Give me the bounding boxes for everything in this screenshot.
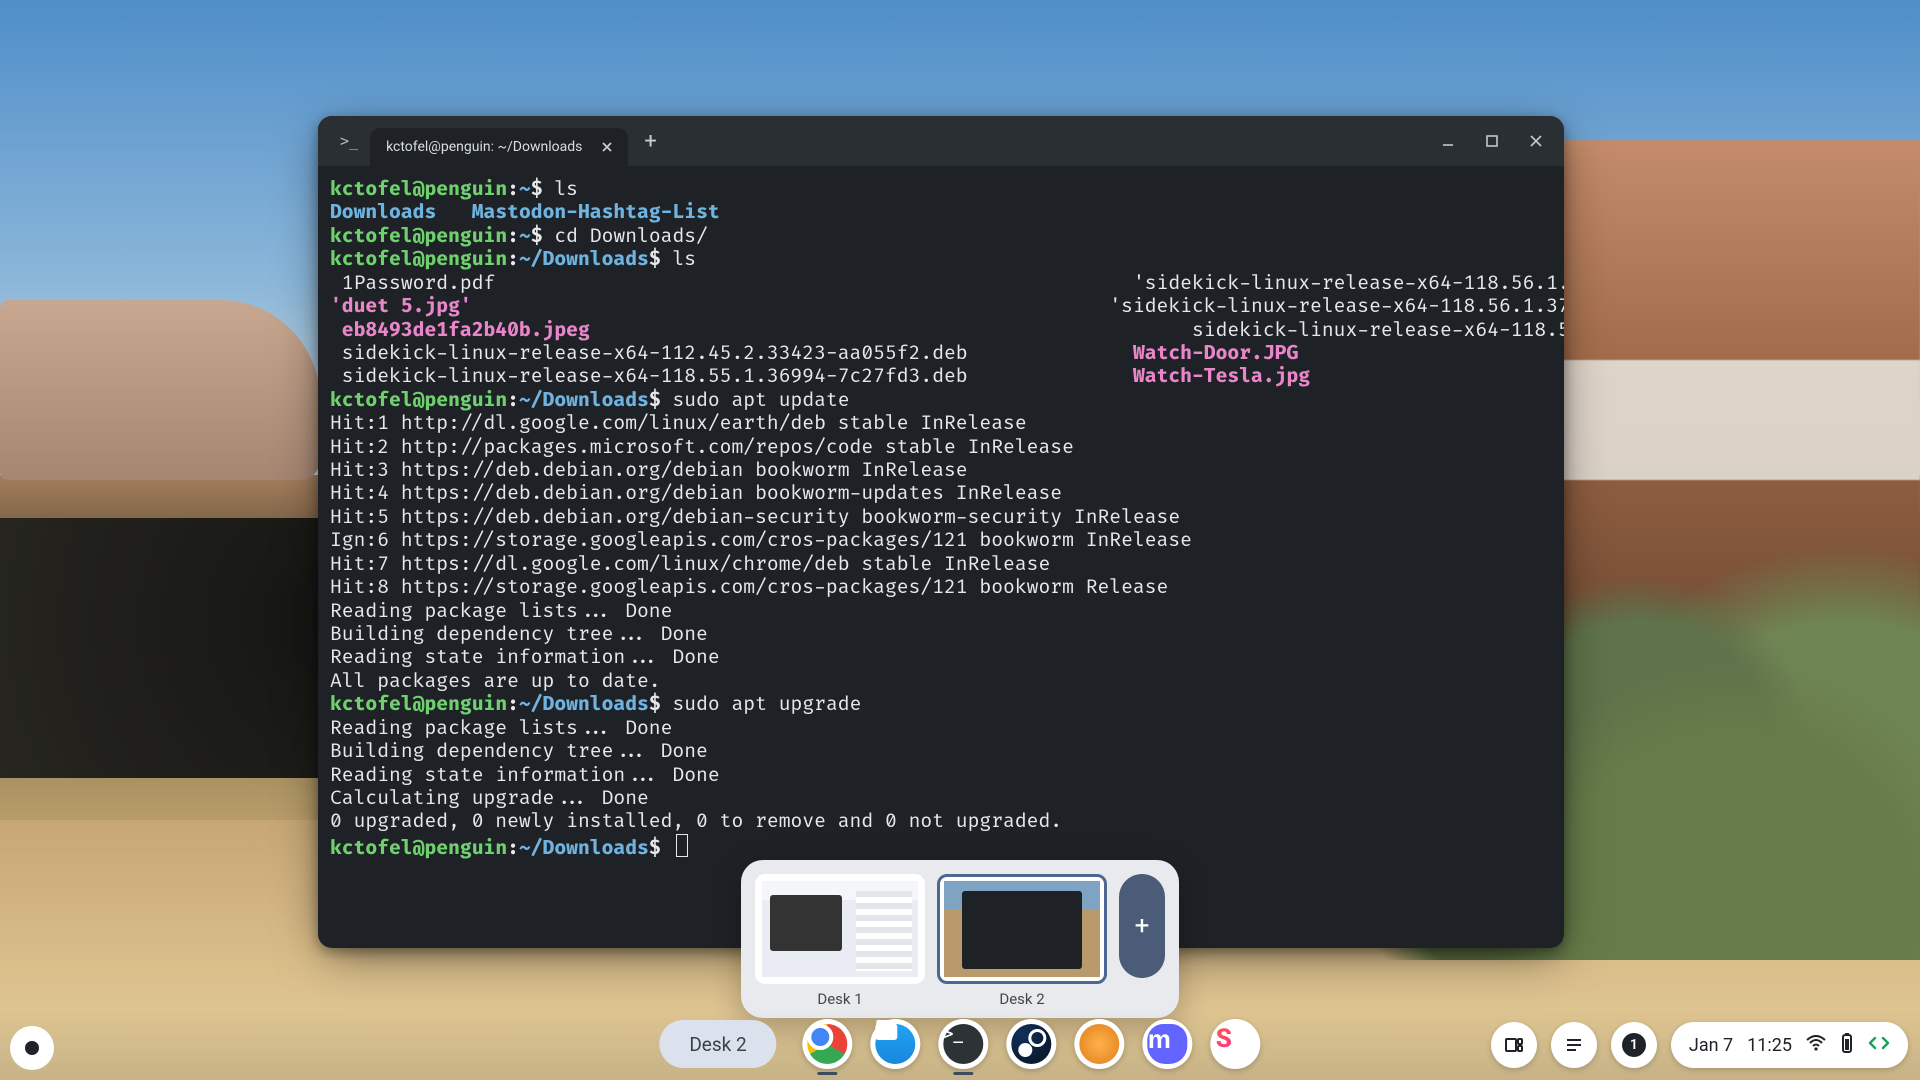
desk-2[interactable]: Desk 2 [937,874,1107,1008]
new-tab-button[interactable]: + [628,129,672,154]
desk-switcher[interactable]: Desk 1 Desk 2 + [741,860,1179,1018]
files-icon[interactable] [871,1019,921,1069]
mastodon-icon[interactable] [1143,1019,1193,1069]
lutris-icon[interactable] [1075,1019,1125,1069]
notification-badge[interactable]: 1 [1611,1022,1657,1068]
superhuman-icon[interactable] [1211,1019,1261,1069]
tab-close-button[interactable] [596,136,618,158]
desk-2-thumbnail[interactable] [937,874,1107,984]
terminal-output[interactable]: kctofel@penguin:~$ ls Downloads Mastodon… [318,166,1564,872]
titlebar[interactable]: >_ kctofel@penguin: ~/Downloads + [318,116,1564,166]
windows-overview-icon[interactable] [1491,1022,1537,1068]
status-date: Jan 7 [1689,1035,1733,1056]
steam-icon[interactable] [1007,1019,1057,1069]
terminal-tab[interactable]: kctofel@penguin: ~/Downloads [370,128,628,166]
desk-1-label: Desk 1 [817,990,862,1008]
maximize-button[interactable] [1472,123,1512,159]
add-desk-button[interactable]: + [1119,874,1165,978]
terminal-app-icon: >_ [328,132,370,150]
close-window-button[interactable] [1516,123,1556,159]
desk-1-thumbnail[interactable] [755,874,925,984]
dev-mode-icon [1868,1034,1890,1057]
minimize-button[interactable] [1428,123,1468,159]
status-tray[interactable]: Jan 7 11:25 [1671,1022,1908,1068]
prompt-user: kctofel [330,177,413,201]
text-cursor [676,834,688,857]
menu-list-icon[interactable] [1551,1022,1597,1068]
tab-title: kctofel@penguin: ~/Downloads [386,139,582,155]
current-desk-pill[interactable]: Desk 2 [659,1020,776,1068]
battery-icon [1840,1032,1854,1059]
launcher-button[interactable] [10,1026,54,1070]
desk-1[interactable]: Desk 1 [755,874,925,1008]
terminal-icon[interactable] [939,1019,989,1069]
shelf: Desk 2 1 Jan 7 11:25 [0,1010,1920,1080]
status-time: 11:25 [1747,1035,1792,1056]
wifi-icon [1806,1035,1826,1056]
desk-2-label: Desk 2 [999,990,1044,1008]
terminal-window[interactable]: >_ kctofel@penguin: ~/Downloads + kctofe… [318,116,1564,948]
status-area[interactable]: 1 Jan 7 11:25 [1491,1022,1908,1068]
chrome-icon[interactable] [803,1019,853,1069]
shelf-apps: Desk 2 [659,1016,1260,1072]
